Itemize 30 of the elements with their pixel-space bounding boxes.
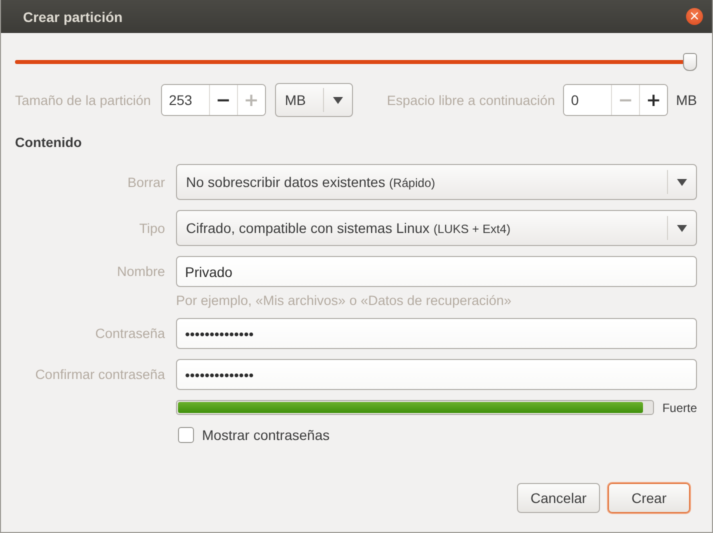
hint-text: Por ejemplo, «Mis archivos» o «Datos de recuperación» bbox=[176, 293, 512, 308]
spin-field[interactable]: 253 − + bbox=[160, 84, 266, 116]
unit-dropdown[interactable]: MB bbox=[274, 83, 353, 117]
checkbox-label[interactable]: Mostrar contraseñas bbox=[202, 427, 330, 443]
window-title: Crear partición bbox=[23, 8, 123, 24]
field-label: Espacio libre a continuación bbox=[386, 92, 555, 108]
size-slider[interactable] bbox=[15, 53, 697, 71]
field-label: Borrar bbox=[127, 174, 165, 190]
input-field[interactable]: •••••••••••••• bbox=[176, 359, 697, 390]
field-label: Tipo bbox=[139, 220, 165, 236]
increment-button[interactable]: + bbox=[639, 85, 667, 115]
checkbox[interactable] bbox=[178, 427, 194, 443]
field-label: Confirmar contraseña bbox=[35, 367, 165, 382]
dropdown-arrow-icon bbox=[677, 178, 687, 186]
slider-handle[interactable] bbox=[683, 53, 697, 71]
section-heading: Contenido bbox=[15, 135, 83, 150]
input-field[interactable]: •••••••••••••• bbox=[176, 318, 697, 349]
dropdown[interactable]: Cifrado, compatible con sistemas Linux (LUKS + Ext4) bbox=[176, 210, 697, 246]
dropdown[interactable]: No sobrescribir datos existentes (Rápido) bbox=[176, 164, 697, 200]
cancel-button[interactable]: Cancelar bbox=[517, 483, 600, 513]
strength-label: Fuerte bbox=[662, 400, 697, 414]
dropdown-arrow-icon bbox=[332, 96, 343, 104]
field-label: Tamaño de la partición bbox=[15, 92, 151, 108]
field-label: Contraseña bbox=[95, 326, 165, 341]
create-button[interactable]: Crear bbox=[608, 483, 690, 513]
spin-field[interactable]: 0 − + bbox=[563, 84, 668, 116]
dropdown-arrow-icon bbox=[677, 224, 687, 232]
unit-label: MB bbox=[676, 92, 697, 108]
input-field[interactable]: Privado bbox=[176, 256, 697, 287]
field-label: Nombre bbox=[116, 264, 165, 279]
